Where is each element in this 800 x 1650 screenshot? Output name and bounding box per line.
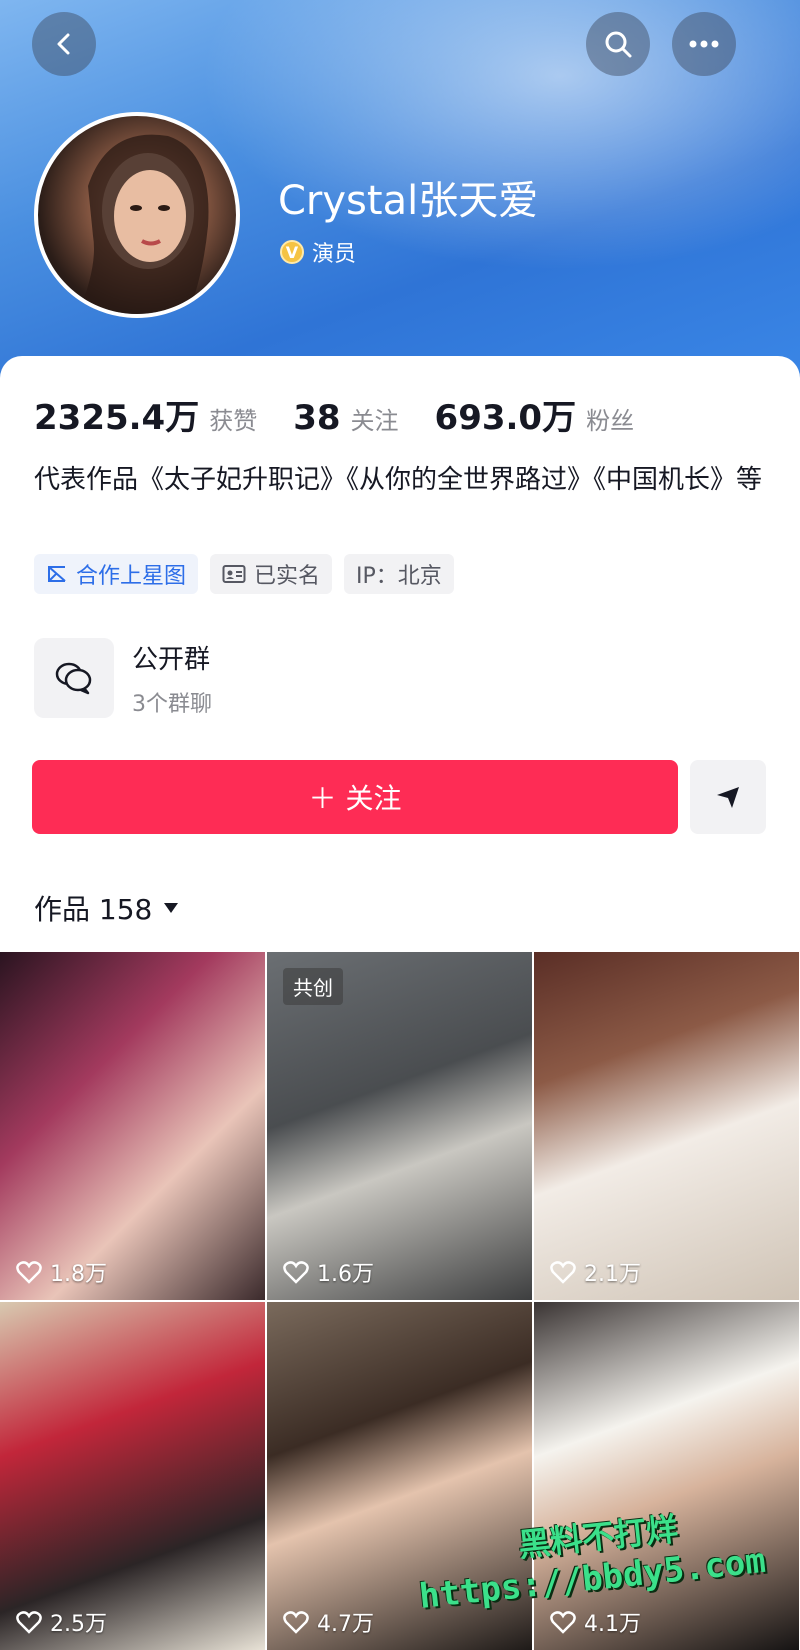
video-likes-count: 2.1万 <box>584 1262 641 1287</box>
group-subtitle: 3个群聊 <box>132 691 212 717</box>
likes-count[interactable]: 2325.4万 <box>34 390 199 439</box>
followers-label: 粉丝 <box>586 407 635 435</box>
works-label: 作品 158 <box>34 893 153 926</box>
tag-verified-identity[interactable]: 已实名 <box>210 554 333 594</box>
video-likes-count: 2.5万 <box>50 1612 107 1637</box>
avatar-portrait <box>78 134 209 314</box>
id-card-icon <box>222 565 246 583</box>
verified-tag: V 演员 <box>280 236 356 268</box>
avatar[interactable] <box>34 112 240 318</box>
heart-icon <box>16 1611 42 1634</box>
follow-button[interactable]: ＋ 关注 <box>32 760 678 834</box>
video-likes: 4.7万 <box>283 1606 374 1638</box>
profile-bio: 代表作品《太子妃升职记》《从你的全世界路过》《中国机长》等 <box>34 465 763 495</box>
group-title: 公开群 <box>132 644 211 675</box>
caret-down-icon <box>164 903 179 913</box>
tag-ip-location: IP：北京 <box>344 554 454 594</box>
followers-count[interactable]: 693.0万 <box>435 390 577 439</box>
tag-star-map[interactable]: 合作上星图 <box>34 554 199 594</box>
star-map-icon <box>48 566 66 582</box>
heart-icon <box>283 1611 309 1634</box>
video-tile[interactable]: 共创 1.6万 <box>267 952 532 1300</box>
search-icon <box>605 31 632 58</box>
tag-star-map-label: 合作上星图 <box>76 564 187 589</box>
video-likes: 1.6万 <box>283 1256 374 1288</box>
following-count[interactable]: 38 <box>293 398 340 438</box>
works-tab[interactable]: 作品 158 <box>34 888 180 928</box>
video-likes-count: 4.7万 <box>317 1612 374 1637</box>
profile-stats: 2325.4万 获赞 38 关注 693.0万 粉丝 <box>34 390 670 439</box>
verified-badge-icon: V <box>280 240 304 264</box>
video-likes-count: 1.8万 <box>50 1262 107 1287</box>
search-button[interactable] <box>586 12 650 76</box>
video-tile[interactable]: 1.8万 <box>0 952 265 1300</box>
tag-verified-identity-label: 已实名 <box>254 564 321 589</box>
video-likes: 4.1万 <box>550 1606 641 1638</box>
profile-name: Crystal张天爱 <box>278 178 539 224</box>
video-likes: 2.1万 <box>550 1256 641 1288</box>
chat-bubbles-icon <box>55 662 92 695</box>
likes-label: 获赞 <box>209 407 258 435</box>
more-horizontal-icon <box>689 40 719 48</box>
public-group-entry[interactable]: 公开群 3个群聊 <box>34 638 212 718</box>
co-creation-badge: 共创 <box>283 968 343 1005</box>
profile-tags: 合作上星图 已实名 IP：北京 <box>34 554 454 594</box>
video-tile[interactable]: 2.1万 <box>534 952 799 1300</box>
group-icon-box <box>34 638 114 718</box>
heart-icon <box>16 1261 42 1284</box>
video-tile[interactable]: 2.5万 <box>0 1302 265 1650</box>
tag-ip-location-label: IP：北京 <box>356 564 442 589</box>
more-button[interactable] <box>672 12 736 76</box>
heart-icon <box>550 1261 576 1284</box>
heart-icon <box>550 1611 576 1634</box>
following-label: 关注 <box>350 407 399 435</box>
video-likes: 1.8万 <box>16 1256 107 1288</box>
chevron-left-icon <box>57 33 70 55</box>
video-likes-count: 1.6万 <box>317 1262 374 1287</box>
send-icon <box>717 787 739 808</box>
heart-icon <box>283 1261 309 1284</box>
verified-label: 演员 <box>312 242 357 267</box>
back-button[interactable] <box>32 12 96 76</box>
video-likes: 2.5万 <box>16 1606 107 1638</box>
video-likes-count: 4.1万 <box>584 1612 641 1637</box>
share-button[interactable] <box>690 760 766 834</box>
